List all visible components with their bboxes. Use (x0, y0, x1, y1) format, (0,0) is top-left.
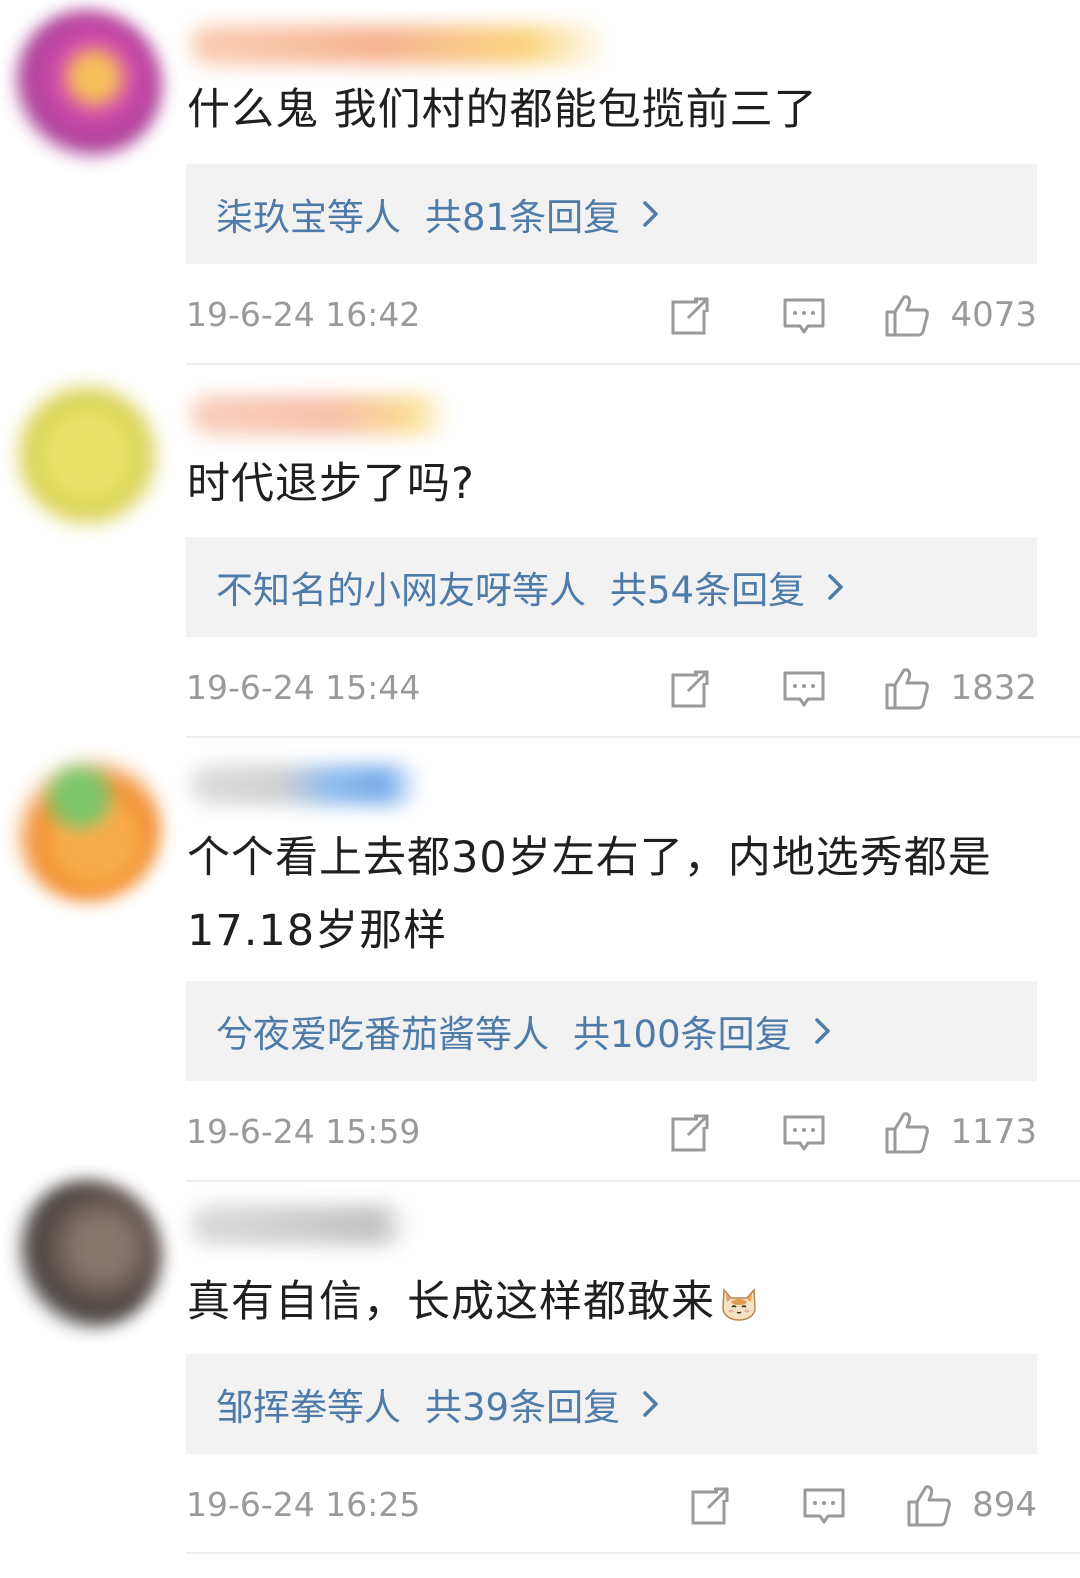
divider (186, 1180, 1080, 1182)
share-icon[interactable] (668, 667, 712, 711)
like-button[interactable]: 1173 (884, 1107, 1037, 1157)
thumbs-up-icon (885, 668, 930, 710)
avatar[interactable] (12, 380, 162, 530)
reply-users: 邹挥拳等人 (216, 1386, 401, 1429)
chevron-right-icon (808, 1016, 838, 1046)
like-count: 4073 (950, 295, 1037, 335)
reply-users: 兮夜爱吃番茄酱等人 (216, 1013, 549, 1056)
chevron-right-icon (821, 572, 851, 602)
comment-text-line: 个个看上去都30岁左右了，内地选秀都是 (187, 833, 992, 883)
username-redacted[interactable] (190, 395, 450, 435)
comment-meta: 19-6-24 16:25 894 (186, 1480, 1037, 1530)
timestamp: 19-6-24 15:59 (186, 1112, 421, 1151)
comment-meta: 19-6-24 15:44 1832 (186, 663, 1037, 713)
like-count: 894 (972, 1485, 1037, 1525)
comment-icon[interactable] (782, 1111, 826, 1155)
username-redacted[interactable] (190, 25, 610, 65)
comment-text-content: 真有自信，长成这样都敢来 (187, 1277, 715, 1327)
comment-icon[interactable] (782, 294, 826, 338)
reply-summary-button[interactable]: 邹挥拳等人 共39条回复 (186, 1354, 1037, 1454)
like-count: 1832 (950, 668, 1037, 708)
cat-emoji-icon (719, 1272, 759, 1321)
reply-users: 不知名的小网友呀等人 (216, 569, 586, 612)
comment-text: 时代退步了吗? (187, 459, 475, 509)
reply-summary-button[interactable]: 不知名的小网友呀等人 共54条回复 (186, 537, 1037, 637)
like-button[interactable]: 894 (906, 1480, 1037, 1530)
timestamp: 19-6-24 16:25 (186, 1485, 421, 1524)
comment-meta: 19-6-24 16:42 4073 (186, 290, 1037, 340)
avatar[interactable] (12, 752, 162, 902)
reply-count: 共39条回复 (425, 1386, 621, 1429)
divider (186, 1552, 1080, 1554)
username-redacted[interactable] (190, 765, 420, 805)
username-redacted[interactable] (190, 1205, 410, 1245)
thumbs-up-icon (907, 1485, 951, 1527)
share-icon[interactable] (688, 1484, 732, 1528)
divider (186, 736, 1080, 738)
reply-summary-button[interactable]: 柒玖宝等人 共81条回复 (186, 164, 1037, 264)
divider (186, 363, 1080, 365)
reply-count: 共81条回复 (425, 196, 621, 239)
chevron-right-icon (636, 1389, 666, 1419)
like-button[interactable]: 4073 (884, 290, 1037, 340)
chevron-right-icon (636, 199, 666, 229)
like-count: 1173 (950, 1112, 1037, 1152)
share-icon[interactable] (668, 1111, 712, 1155)
comment-text-line: 17.18岁那样 (187, 906, 448, 956)
comment-meta: 19-6-24 15:59 1173 (186, 1107, 1037, 1157)
comment-text: 真有自信，长成这样都敢来 (187, 1266, 1037, 1339)
share-icon[interactable] (668, 294, 712, 338)
reply-count: 共54条回复 (610, 569, 806, 612)
comment-text: 个个看上去都30岁左右了，内地选秀都是 17.18岁那样 (187, 822, 1037, 968)
reply-summary-button[interactable]: 兮夜爱吃番茄酱等人 共100条回复 (186, 981, 1037, 1081)
thumbs-up-icon (885, 295, 930, 337)
timestamp: 19-6-24 16:42 (186, 295, 421, 334)
avatar[interactable] (12, 10, 162, 160)
thumbs-up-icon (885, 1112, 930, 1154)
comment-text: 什么鬼 我们村的都能包揽前三了 (187, 85, 818, 135)
reply-users: 柒玖宝等人 (216, 196, 401, 239)
timestamp: 19-6-24 15:44 (186, 668, 421, 707)
comment-icon[interactable] (782, 667, 826, 711)
comment-icon[interactable] (802, 1484, 846, 1528)
avatar[interactable] (12, 1180, 162, 1330)
like-button[interactable]: 1832 (884, 663, 1037, 713)
reply-count: 共100条回复 (573, 1013, 792, 1056)
